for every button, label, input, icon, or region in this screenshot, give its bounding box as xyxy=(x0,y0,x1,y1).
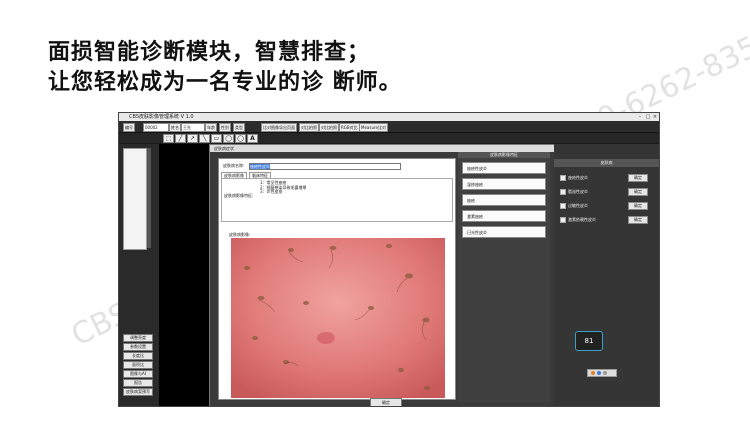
settings-button[interactable]: 参数设置 xyxy=(123,343,153,351)
confirm-button[interactable]: 确定 xyxy=(628,216,648,224)
patient-toolbar: 编号 00002 姓名 王先 年龄 性别 类型 原图 对比拍照 对比拍照 RGB… xyxy=(119,121,659,133)
checkbox[interactable] xyxy=(560,203,566,209)
minimize-icon[interactable]: – xyxy=(637,114,643,120)
disease-name-value: 痤疮性皮炎 xyxy=(250,164,270,169)
diagnosis-option[interactable]: 痤疮性皮炎 xyxy=(462,162,546,174)
tray-icon[interactable] xyxy=(591,371,595,375)
text-tool-icon[interactable]: A xyxy=(247,134,258,143)
circle-tool-icon[interactable]: ◯ xyxy=(223,134,234,143)
toolbar-button-rgb[interactable]: RGB对比 xyxy=(339,123,360,132)
maximize-icon[interactable]: □ xyxy=(645,114,651,120)
left-panel: 调整亮度 参数设置 长度比 面积比 图像与AI 报告 皮肤病案预写 xyxy=(119,144,159,406)
line-tool-icon[interactable]: ╱ xyxy=(175,134,186,143)
name-label: 姓名 xyxy=(169,123,181,132)
features-side-title: 皮肤病影像特征 xyxy=(458,152,550,158)
toolbar-button-compare-2[interactable]: 对比拍照 xyxy=(319,123,339,132)
diagnosis-dialog: 皮肤病症状 皮肤病名称: 痤疮性皮炎 皮肤病影像 临床特征 皮肤病影像特征: 1… xyxy=(209,144,556,406)
image-ai-button[interactable]: 图像与AI xyxy=(123,370,153,378)
toolbar-button-measure[interactable]: Measure比对 xyxy=(359,123,388,132)
gender-label: 性别 xyxy=(219,123,231,132)
features-label: 皮肤病影像特征: xyxy=(224,193,254,198)
tray-icon[interactable] xyxy=(603,371,607,375)
rectangle-tool-icon[interactable]: ▭ xyxy=(211,134,222,143)
close-icon[interactable]: × xyxy=(652,114,658,120)
features-side-pane: 皮肤病影像特征 痤疮性皮炎 湿疹痤疮 痤疮 激素痤疮 日光性皮炎 xyxy=(458,152,550,402)
diagnosis-option[interactable]: 痤疮 xyxy=(462,194,546,206)
app-window: CBS皮肤影像管理系统 V 1.0 – □ × 编号 00002 姓名 王先 年… xyxy=(118,112,660,407)
checkbox[interactable] xyxy=(560,175,566,181)
arrow-tool-icon[interactable]: ↗ xyxy=(187,134,198,143)
report-button[interactable]: 报告 xyxy=(123,379,153,387)
type-label: 类型 xyxy=(233,123,245,132)
disease-name-field[interactable]: 痤疮性皮炎 xyxy=(249,163,401,170)
name-field[interactable]: 王先 xyxy=(181,123,205,132)
confirm-button[interactable]: 确定 xyxy=(628,202,648,210)
features-list: 1：常见性痤疮 2：细菌感染导致毛囊增厚 3：炎性皮疹 xyxy=(260,180,307,195)
disease-row: 激素依赖性皮炎 确定 xyxy=(560,216,654,224)
disease-name-label: 皮肤病名称: xyxy=(223,163,245,168)
score-gauge: 81 xyxy=(575,331,603,351)
right-panel: 皮肤病 痤疮性皮炎 确定 脂溢性皮炎 确定 过敏性皮炎 确定 激素依赖性皮炎 确… xyxy=(554,144,659,406)
disease-row-label: 脂溢性皮炎 xyxy=(568,189,588,194)
features-panel: 皮肤病影像特征: 1：常见性痤疮 2：细菌感染导致毛囊增厚 3：炎性皮疹 xyxy=(221,178,453,222)
image-viewer[interactable] xyxy=(159,144,209,406)
dermoscopy-image xyxy=(231,238,445,398)
thumbnail-scrollbar[interactable] xyxy=(147,148,151,248)
headline-line-2: 让您轻松成为一名专业的诊 断师。 xyxy=(48,70,402,95)
headline-line-1: 面损智能诊断模块，智慧排查； xyxy=(48,40,371,65)
dialog-title: 皮肤病症状 xyxy=(210,145,555,152)
diagnosis-option[interactable]: 湿疹痤疮 xyxy=(462,178,546,190)
confirm-button[interactable]: 确定 xyxy=(628,188,648,196)
checkbox[interactable] xyxy=(560,217,566,223)
dermoscopy-image-drawing xyxy=(231,238,445,398)
area-ratio-button[interactable]: 面积比 xyxy=(123,361,153,369)
select-tool-icon[interactable]: ⬚ xyxy=(163,134,174,143)
ellipse-tool-icon[interactable]: ◯ xyxy=(235,134,246,143)
thumbnail-list[interactable] xyxy=(123,148,147,250)
disease-row: 脂溢性皮炎 确定 xyxy=(560,188,654,196)
id-label: 编号 xyxy=(123,123,135,132)
checkbox[interactable] xyxy=(560,189,566,195)
diagnosis-option[interactable]: 激素痤疮 xyxy=(462,210,546,222)
toolbar-button-export[interactable]: 比对图像导出页面 xyxy=(261,123,297,132)
id-field[interactable]: 00002 xyxy=(143,123,169,132)
diagnosis-option[interactable]: 日光性皮炎 xyxy=(462,226,546,238)
disease-row-label: 痤疮性皮炎 xyxy=(568,175,588,180)
app-title: CBS皮肤影像管理系统 V 1.0 xyxy=(129,114,194,120)
age-label: 年龄 xyxy=(205,123,217,132)
disease-row-label: 激素依赖性皮炎 xyxy=(568,217,596,222)
disease-row: 过敏性皮炎 确定 xyxy=(560,202,654,210)
diagonal-tool-icon[interactable]: ╲ xyxy=(199,134,210,143)
system-tray xyxy=(587,369,617,377)
adjust-brightness-button[interactable]: 调整亮度 xyxy=(123,334,153,342)
title-bar: CBS皮肤影像管理系统 V 1.0 – □ × xyxy=(119,113,659,121)
disease-row-label: 过敏性皮炎 xyxy=(568,203,588,208)
draw-toolbar: ⬚ ╱ ↗ ╲ ▭ ◯ ◯ A xyxy=(119,133,659,143)
right-panel-header: 皮肤病 xyxy=(554,159,659,167)
disease-row: 痤疮性皮炎 确定 xyxy=(560,174,654,182)
confirm-button[interactable]: 确定 xyxy=(628,174,648,182)
feature-item: 3：炎性皮疹 xyxy=(260,189,283,194)
case-draft-button[interactable]: 皮肤病案预写 xyxy=(123,388,153,396)
tray-icon[interactable] xyxy=(597,371,601,375)
dialog-body: 皮肤病名称: 痤疮性皮炎 皮肤病影像 临床特征 皮肤病影像特征: 1：常见性痤疮… xyxy=(210,152,555,406)
toolbar-button-compare[interactable]: 对比拍照 xyxy=(299,123,319,132)
length-ratio-button[interactable]: 长度比 xyxy=(123,352,153,360)
ok-button[interactable]: 确定 xyxy=(370,398,402,406)
diagnosis-form: 皮肤病名称: 痤疮性皮炎 皮肤病影像 临床特征 皮肤病影像特征: 1：常见性痤疮… xyxy=(218,158,456,400)
